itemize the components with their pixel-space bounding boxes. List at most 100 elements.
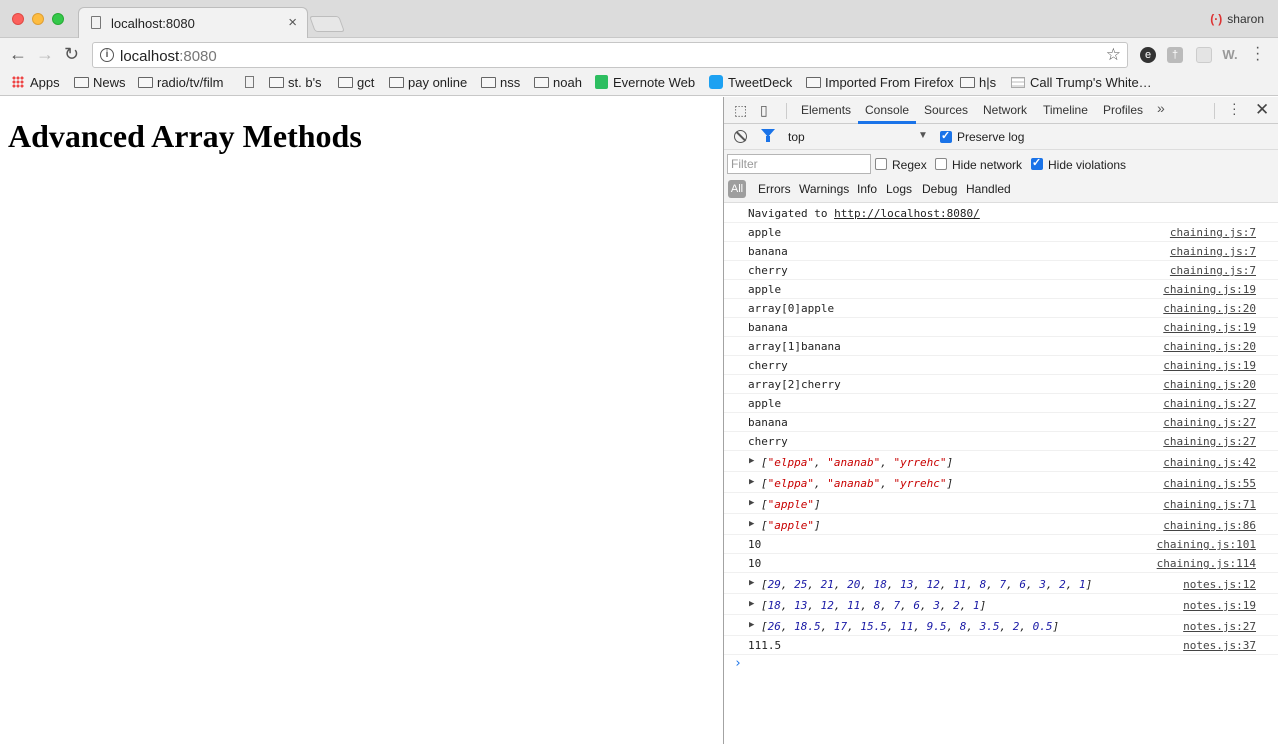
source-link[interactable]: chaining.js:42 [1163,456,1256,469]
bookmark-page[interactable] [245,75,260,90]
hide-network-checkbox[interactable] [935,158,947,170]
console-array-row[interactable]: ▶ ["apple"] chaining.js:86 [724,514,1278,535]
expand-arrow-icon[interactable]: ▶ [749,578,754,588]
console-array-row[interactable]: ▶ [29, 25, 21, 20, 18, 13, 12, 11, 8, 7,… [724,573,1278,594]
console-array-row[interactable]: ▶ ["elppa", "ananab", "yrrehc"] chaining… [724,451,1278,472]
tab-elements[interactable]: Elements [801,103,851,117]
browser-tab[interactable]: localhost:8080 × [78,7,308,38]
source-link[interactable]: chaining.js:114 [1157,557,1256,570]
source-link[interactable]: chaining.js:19 [1163,359,1256,372]
bookmark-radio-tv-film[interactable]: radio/tv/film [138,75,223,90]
device-toolbar-icon[interactable]: ▯ [760,102,768,119]
console-array-row[interactable]: ▶ ["apple"] chaining.js:71 [724,493,1278,514]
expand-arrow-icon[interactable]: ▶ [749,498,754,508]
console-array-row[interactable]: ▶ [18, 13, 12, 11, 8, 7, 6, 3, 2, 1] not… [724,594,1278,615]
source-link[interactable]: chaining.js:20 [1163,378,1256,391]
bookmark-evernote-web[interactable]: Evernote Web [595,75,695,90]
bookmark-nss[interactable]: nss [481,75,520,90]
extension-blank-icon[interactable] [1196,47,1212,63]
bookmark-apps[interactable]: Apps [12,75,60,90]
level-all[interactable]: All [728,180,746,198]
bookmark-imported-from-firefox[interactable]: Imported From Firefox [806,75,954,90]
level-logs[interactable]: Logs [886,182,912,196]
close-devtools-icon[interactable]: ✕ [1255,100,1269,120]
source-link[interactable]: notes.js:27 [1183,620,1256,633]
more-tabs-icon[interactable]: » [1157,100,1165,116]
close-tab-icon[interactable]: × [288,14,297,31]
source-link[interactable]: chaining.js:55 [1163,477,1256,490]
source-link[interactable]: chaining.js:7 [1170,226,1256,239]
devtools-menu-icon[interactable]: · · · [1232,96,1237,120]
extension-w-icon[interactable]: W. [1222,47,1238,63]
expand-arrow-icon[interactable]: ▶ [749,599,754,609]
tab-network[interactable]: Network [983,103,1027,117]
forward-arrow-icon[interactable]: → [36,44,54,65]
url-text[interactable]: localhost:8080 [120,48,217,65]
level-handled[interactable]: Handled [966,182,1011,196]
new-tab-button[interactable] [309,16,345,32]
expand-arrow-icon[interactable]: ▶ [749,519,754,529]
regex-checkbox[interactable] [875,158,887,170]
close-window-button[interactable] [12,13,24,25]
preserve-log-checkbox[interactable] [940,129,952,143]
bookmark-pay-online[interactable]: pay online [389,75,467,90]
source-link[interactable]: chaining.js:86 [1163,519,1256,532]
bookmark-call-trump[interactable]: Call Trump's White… [1011,75,1152,90]
page-heading: Advanced Array Methods [8,118,362,154]
filter-input[interactable]: Filter [727,154,871,174]
bookmark-st-bs[interactable]: st. b's [269,75,322,90]
extension-icon[interactable]: † [1167,47,1183,63]
clear-console-icon[interactable] [734,130,747,143]
site-info-icon[interactable]: i [100,48,114,62]
profile-button[interactable]: (·) sharon [1210,12,1264,26]
tab-timeline[interactable]: Timeline [1043,103,1088,117]
browser-menu-icon[interactable]: · · · [1255,40,1260,68]
source-link[interactable]: chaining.js:19 [1163,283,1256,296]
reload-icon[interactable]: ↻ [64,44,79,65]
expand-arrow-icon[interactable]: ▶ [749,456,754,466]
bookmark-hs[interactable]: h|s [960,75,996,90]
bookmark-star-icon[interactable]: ☆ [1106,45,1121,65]
back-arrow-icon[interactable]: ← [9,44,27,65]
bookmark-tweetdeck[interactable]: TweetDeck [709,75,792,90]
inspect-element-icon[interactable]: ⬚ [734,102,747,119]
level-warnings[interactable]: Warnings [799,182,849,196]
source-link[interactable]: chaining.js:71 [1163,498,1256,511]
folder-icon [74,77,89,88]
source-link[interactable]: chaining.js:101 [1157,538,1256,551]
filter-icon[interactable] [761,129,775,142]
source-link[interactable]: notes.js:37 [1183,639,1256,652]
tab-console[interactable]: Console [865,103,909,117]
console-array-row[interactable]: ▶ [26, 18.5, 17, 15.5, 11, 9.5, 8, 3.5, … [724,615,1278,636]
console-array-row[interactable]: ▶ ["elppa", "ananab", "yrrehc"] chaining… [724,472,1278,493]
source-link[interactable]: chaining.js:27 [1163,435,1256,448]
console-prompt[interactable]: › [734,656,742,671]
source-link[interactable]: chaining.js:20 [1163,340,1256,353]
source-link[interactable]: notes.js:12 [1183,578,1256,591]
source-link[interactable]: chaining.js:7 [1170,245,1256,258]
expand-arrow-icon[interactable]: ▶ [749,620,754,630]
tab-sources[interactable]: Sources [924,103,968,117]
context-selector[interactable]: top [788,130,805,144]
level-debug[interactable]: Debug [922,182,957,196]
address-bar[interactable]: i localhost:8080 ☆ [92,42,1128,68]
source-link[interactable]: chaining.js:20 [1163,302,1256,315]
tab-profiles[interactable]: Profiles [1103,103,1143,117]
bookmark-gct[interactable]: gct [338,75,374,90]
source-link[interactable]: chaining.js:7 [1170,264,1256,277]
dropdown-arrow-icon[interactable]: ▼ [918,130,928,141]
zoom-window-button[interactable] [52,13,64,25]
level-info[interactable]: Info [857,182,877,196]
level-errors[interactable]: Errors [758,182,791,196]
minimize-window-button[interactable] [32,13,44,25]
source-link[interactable]: notes.js:19 [1183,599,1256,612]
hide-violations-checkbox[interactable] [1031,156,1043,170]
source-link[interactable]: chaining.js:27 [1163,397,1256,410]
source-link[interactable]: chaining.js:19 [1163,321,1256,334]
expand-arrow-icon[interactable]: ▶ [749,477,754,487]
bookmark-noah[interactable]: noah [534,75,582,90]
evernote-extension-icon[interactable]: e [1140,47,1156,63]
bookmark-news[interactable]: News [74,75,126,90]
navigated-url-link[interactable]: http://localhost:8080/ [834,207,980,220]
source-link[interactable]: chaining.js:27 [1163,416,1256,429]
